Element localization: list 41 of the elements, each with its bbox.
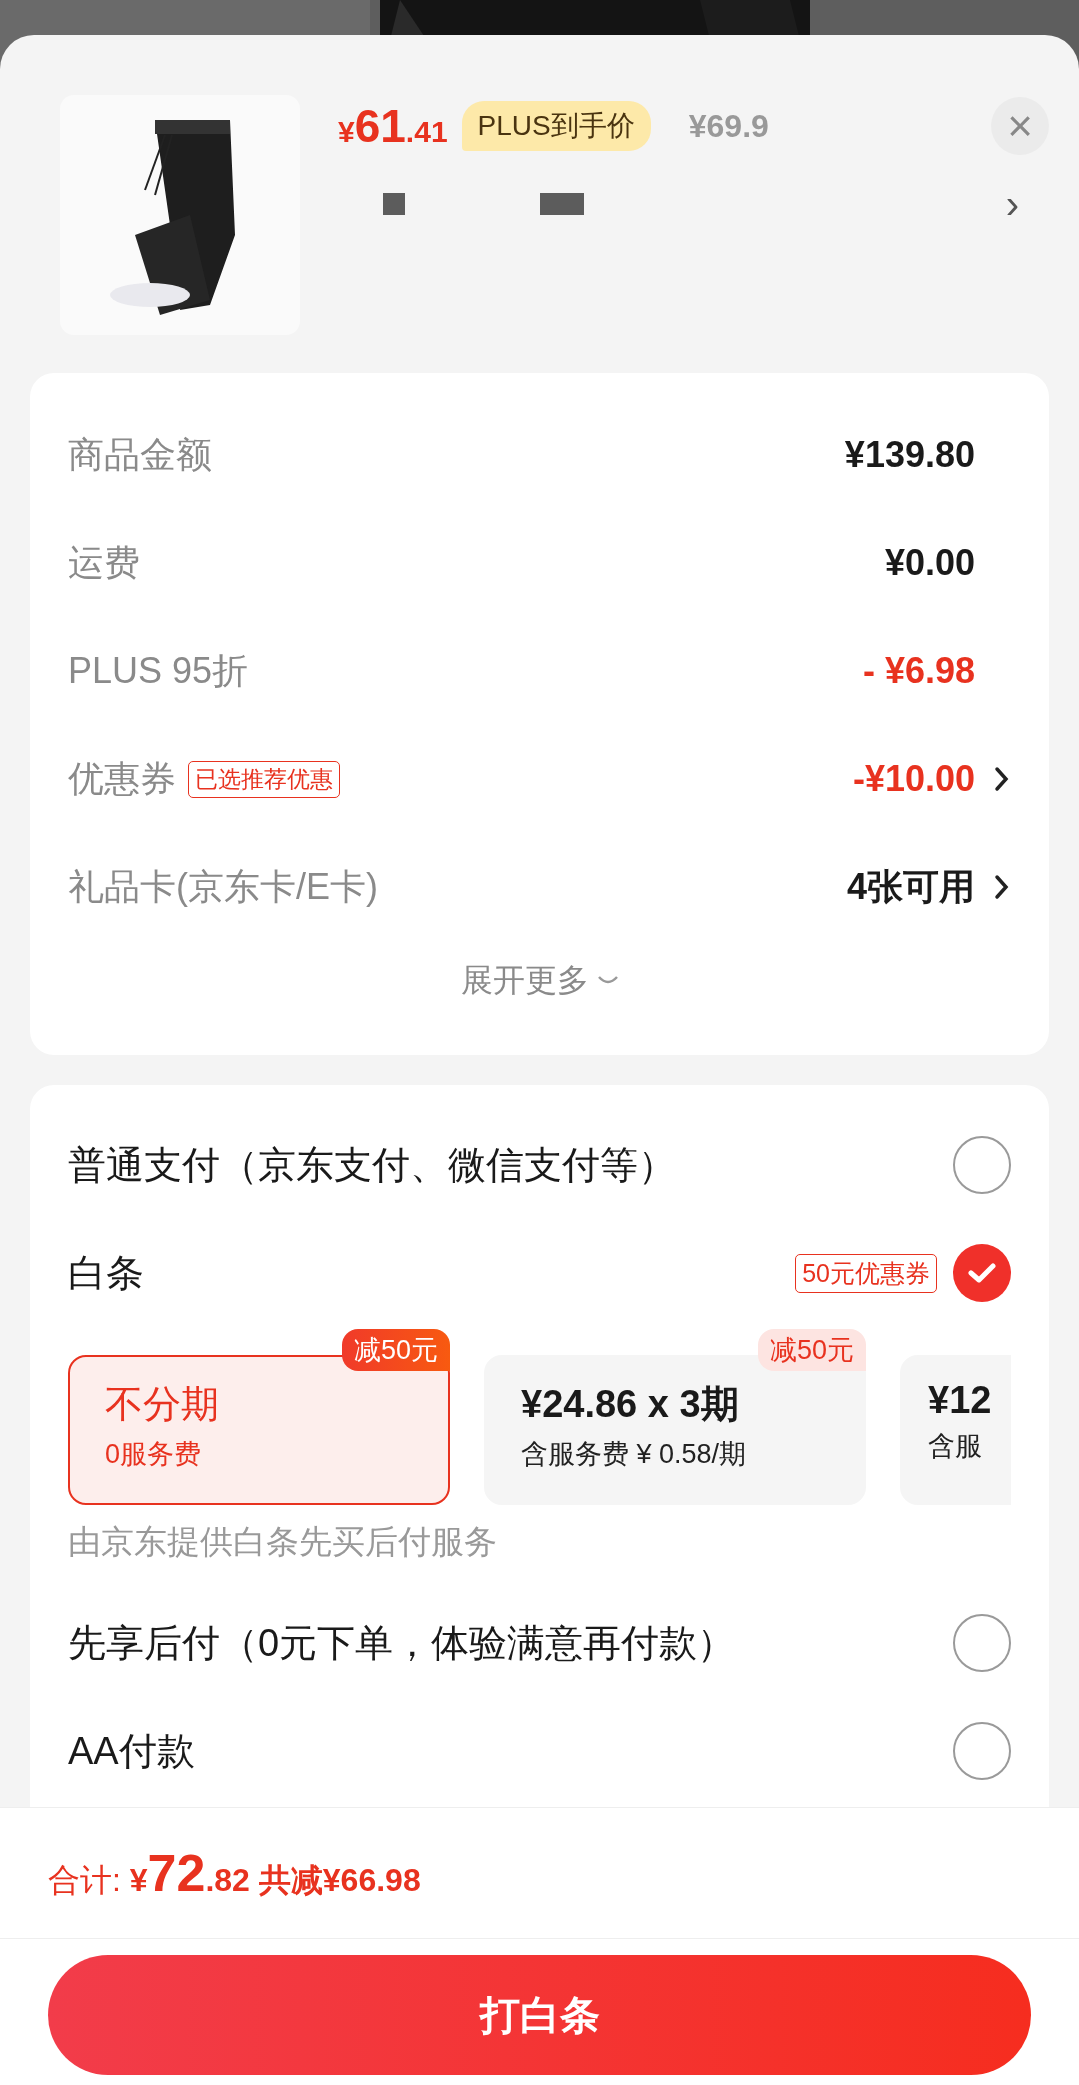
discount-badge: 减50元 — [757, 1329, 866, 1371]
fee-label: PLUS 95折 — [68, 648, 249, 693]
redaction-mark — [383, 193, 405, 215]
original-price: ¥69.9 — [688, 107, 769, 145]
check-icon — [967, 1261, 997, 1285]
installment-option[interactable]: ¥12 含服 — [900, 1355, 1011, 1505]
fee-label: 商品金额 — [68, 432, 212, 477]
fee-value: ¥139.80 — [844, 434, 975, 476]
radio-button[interactable] — [953, 1614, 1011, 1672]
fee-label: 礼品卡(京东卡/E卡) — [68, 864, 378, 909]
chevron-icon — [993, 873, 1011, 901]
pay-button[interactable]: 打白条 — [48, 1955, 1031, 2075]
fee-value: - ¥6.98 — [862, 650, 975, 692]
installment-title: ¥12 — [928, 1379, 993, 1422]
radio-button[interactable] — [953, 1244, 1011, 1302]
coupon-tag: 已选推荐优惠 — [188, 760, 340, 798]
payment-option-label[interactable]: 白条 — [68, 1247, 144, 1299]
fee-label: 运费 — [68, 540, 140, 585]
total-amount: 合计: ¥72.82 共减¥66.98 — [48, 1843, 421, 1903]
fee-value[interactable]: 4张可用 — [846, 862, 975, 912]
discount-badge: 减50元 — [341, 1329, 450, 1371]
installment-fee: 含服务费 ¥ 0.58/期 — [521, 1438, 748, 1471]
price-badge: PLUS到手价 — [461, 101, 651, 151]
installment-title: 不分期 — [105, 1382, 220, 1427]
payment-option-label[interactable]: AA付款 — [68, 1725, 195, 1777]
payment-option-label[interactable]: 普通支付（京东支付、微信支付等） — [68, 1139, 676, 1191]
installment-title: ¥24.86 x 3期 — [521, 1382, 740, 1427]
spec-arrow[interactable]: › — [1005, 181, 1019, 227]
payment-option-label[interactable]: 先享后付（0元下单，体验满意再付款） — [68, 1617, 736, 1669]
chevron-icon — [993, 765, 1011, 793]
fee-value: ¥0.00 — [884, 542, 975, 584]
service-note: 由京东提供白条先买后付服务 — [68, 1521, 497, 1562]
product-price: ¥61.41 — [338, 99, 448, 153]
fee-label: 优惠券 — [68, 756, 176, 801]
installment-fee: 0服务费 — [105, 1438, 203, 1471]
radio-button[interactable] — [953, 1136, 1011, 1194]
fee-value[interactable]: -¥10.00 — [852, 758, 975, 800]
redaction-mark — [540, 193, 584, 215]
coupon-badge: 50元优惠券 — [795, 1253, 937, 1293]
installment-fee: 含服 — [928, 1430, 983, 1463]
radio-button[interactable] — [953, 1722, 1011, 1780]
